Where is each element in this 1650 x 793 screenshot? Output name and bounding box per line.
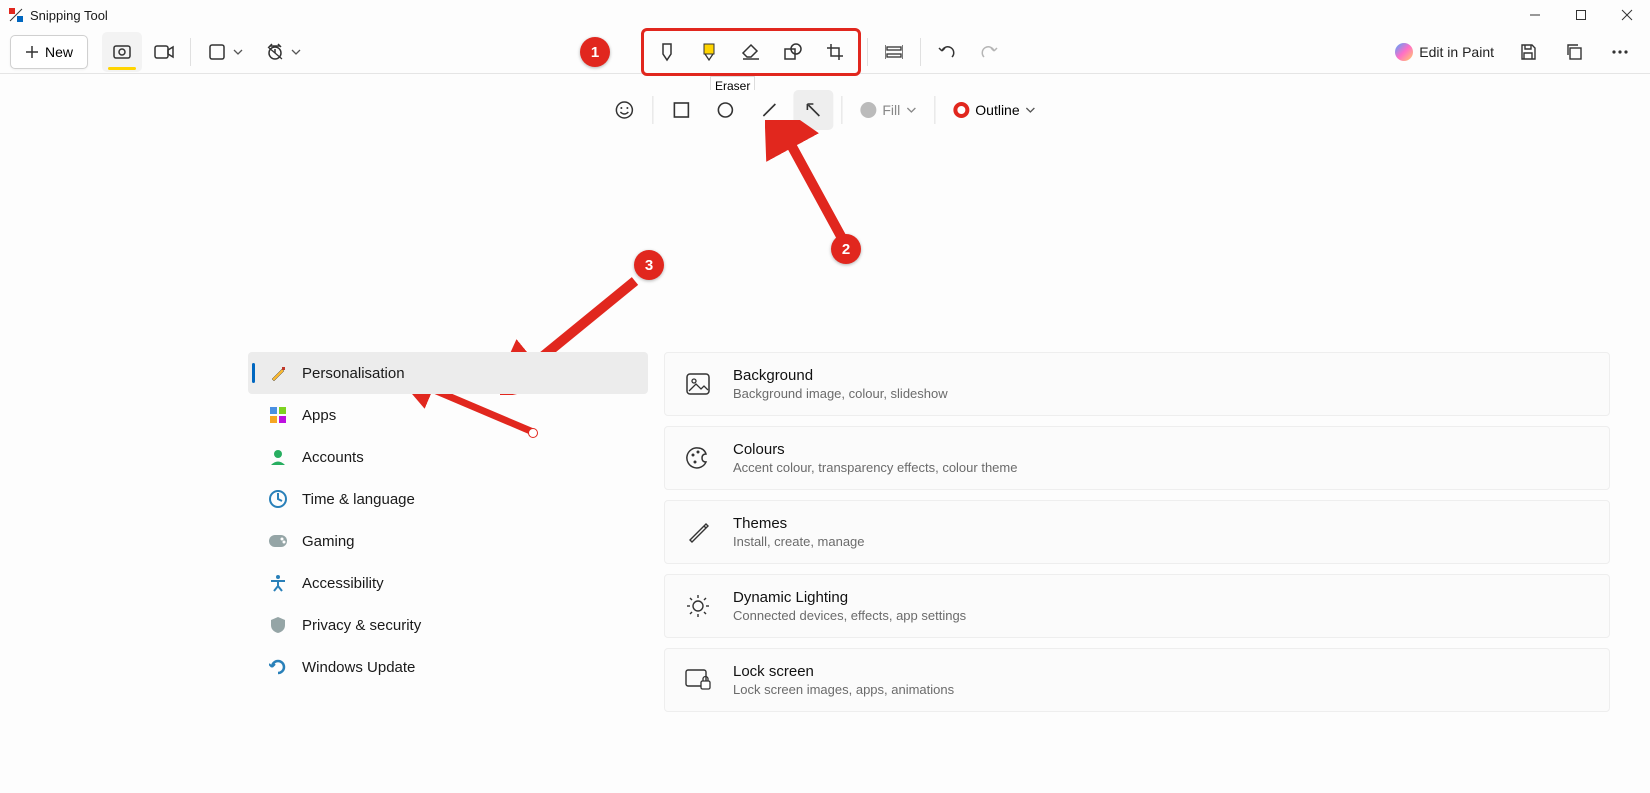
redo-button[interactable] [969,32,1009,72]
chevron-down-icon [906,105,916,115]
card-title: Dynamic Lighting [733,589,966,606]
eraser-tool-button[interactable] [731,32,771,72]
card-title: Background [733,367,948,384]
card-subtitle: Lock screen images, apps, animations [733,682,954,697]
crop-tool-button[interactable] [815,32,855,72]
dynamic-lighting-icon [685,593,711,619]
lock-screen-icon [685,667,711,693]
nav-item-apps[interactable]: Apps [248,394,648,436]
card-themes[interactable]: Themes Install, create, manage [664,500,1610,564]
snip-shape-dropdown[interactable] [233,47,243,57]
nav-label: Personalisation [302,365,405,382]
nav-item-accounts[interactable]: Accounts [248,436,648,478]
window-controls [1512,0,1650,30]
save-button[interactable] [1508,32,1548,72]
nav-item-gaming[interactable]: Gaming [248,520,648,562]
rectangle-shape-button[interactable] [661,90,701,130]
annotation-highlight-box [641,28,861,76]
outline-swatch-icon [953,102,969,118]
windows-update-icon [268,657,288,677]
text-actions-button[interactable] [874,32,914,72]
card-subtitle: Accent colour, transparency effects, col… [733,460,1017,475]
edit-in-paint-label: Edit in Paint [1419,44,1494,60]
nav-label: Privacy & security [302,617,421,634]
nav-label: Accessibility [302,575,384,592]
card-title: Colours [733,441,1017,458]
accessibility-icon [268,573,288,593]
card-dynamic-lighting[interactable]: Dynamic Lighting Connected devices, effec… [664,574,1610,638]
privacy-icon [268,615,288,635]
annotation-arrow-2 [765,120,855,250]
nav-item-privacy-security[interactable]: Privacy & security [248,604,648,646]
nav-label: Gaming [302,533,355,550]
highlighter-tool-button[interactable] [689,32,729,72]
nav-item-personalisation[interactable]: Personalisation [248,352,648,394]
personalisation-icon [268,363,288,383]
shapes-tool-button[interactable] [773,32,813,72]
callout-1: 1 [580,37,610,67]
fill-control[interactable]: Fill [850,102,926,118]
delay-dropdown[interactable] [291,47,301,57]
nav-label: Accounts [302,449,364,466]
outline-label: Outline [975,102,1019,118]
minimize-button[interactable] [1512,0,1558,30]
accounts-icon [268,447,288,467]
undo-button[interactable] [927,32,967,72]
snipping-tool-icon [8,7,24,23]
new-button[interactable]: New [10,35,88,69]
colours-icon [685,445,711,471]
nav-item-time-language[interactable]: Time & language [248,478,648,520]
toolbar: New Edit in Paint [0,30,1650,74]
card-subtitle: Background image, colour, slideshow [733,386,948,401]
app-title: Snipping Tool [30,8,108,23]
nav-label: Apps [302,407,336,424]
themes-icon [685,519,711,545]
apps-icon [268,405,288,425]
captured-content: Personalisation Apps Accounts Time & lan… [248,348,1650,793]
more-button[interactable] [1600,32,1640,72]
gaming-icon [268,531,288,551]
nav-label: Time & language [302,491,415,508]
settings-cards: Background Background image, colour, slid… [648,348,1650,793]
nav-item-windows-update[interactable]: Windows Update [248,646,648,688]
copy-button[interactable] [1554,32,1594,72]
maximize-button[interactable] [1558,0,1604,30]
record-mode-button[interactable] [144,32,184,72]
time-language-icon [268,489,288,509]
chevron-down-icon [1026,105,1036,115]
delay-button[interactable] [255,32,295,72]
background-icon [685,371,711,397]
card-subtitle: Install, create, manage [733,534,865,549]
card-lock-screen[interactable]: Lock screen Lock screen images, apps, ani… [664,648,1610,712]
card-background[interactable]: Background Background image, colour, slid… [664,352,1610,416]
fill-label: Fill [882,102,900,118]
nav-label: Windows Update [302,659,415,676]
titlebar: Snipping Tool [0,0,1650,30]
settings-nav: Personalisation Apps Accounts Time & lan… [248,348,648,793]
card-title: Themes [733,515,865,532]
pen-tool-button[interactable] [647,32,687,72]
card-title: Lock screen [733,663,954,680]
paint-icon [1395,43,1413,61]
nav-item-accessibility[interactable]: Accessibility [248,562,648,604]
emoji-shape-button[interactable] [604,90,644,130]
fill-swatch-icon [860,102,876,118]
snip-mode-button[interactable] [102,32,142,72]
close-button[interactable] [1604,0,1650,30]
new-button-label: New [45,44,73,60]
edit-in-paint-button[interactable]: Edit in Paint [1387,43,1502,61]
outline-control[interactable]: Outline [943,102,1045,118]
snip-shape-button[interactable] [197,32,237,72]
plus-icon [25,45,39,59]
card-subtitle: Connected devices, effects, app settings [733,608,966,623]
circle-shape-button[interactable] [705,90,745,130]
card-colours[interactable]: Colours Accent colour, transparency effec… [664,426,1610,490]
